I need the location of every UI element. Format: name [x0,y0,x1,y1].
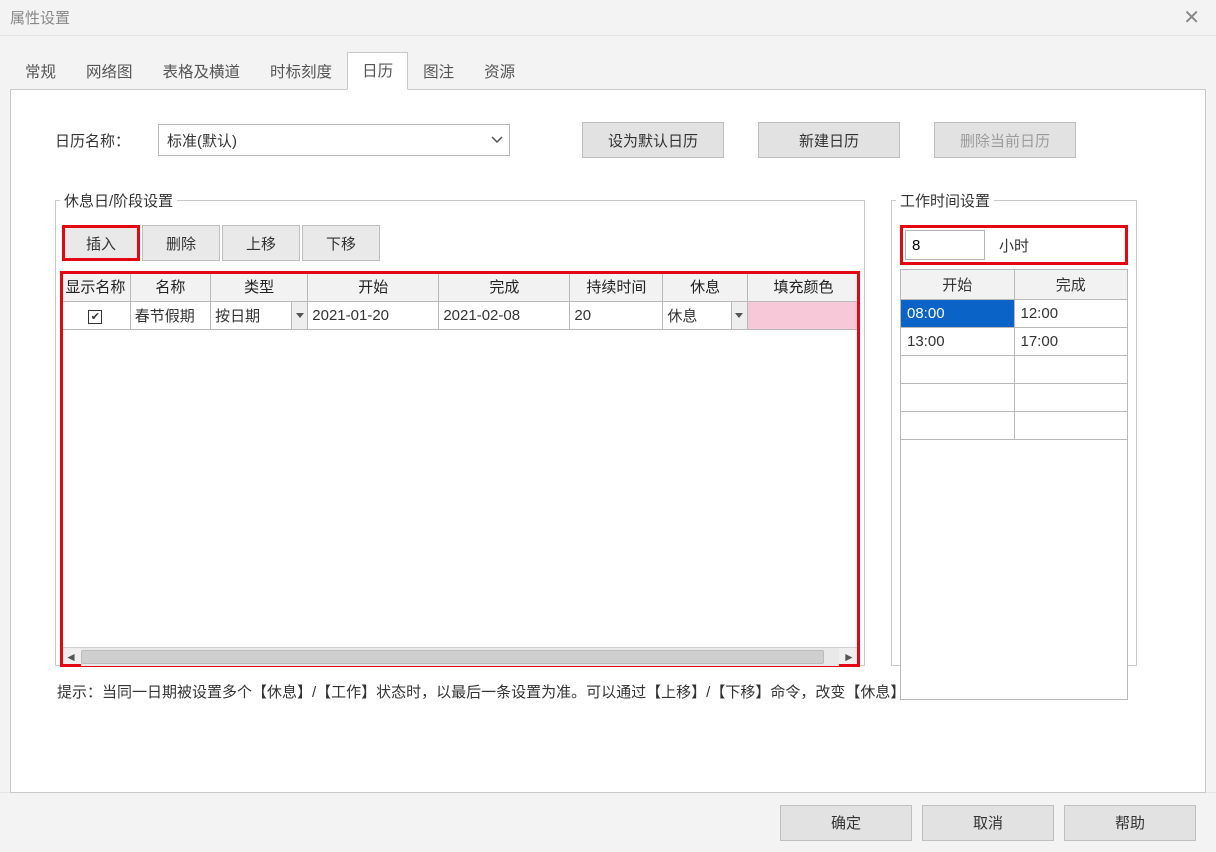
chevron-down-icon[interactable] [731,302,747,329]
table-row[interactable] [901,384,1128,412]
col-duration[interactable]: 持续时间 [570,272,663,302]
rest-period-legend: 休息日/阶段设置 [60,190,177,211]
cell-fill-color[interactable] [747,302,859,330]
tab-table-gantt[interactable]: 表格及横道 [148,53,256,90]
scroll-left-icon[interactable]: ◄ [61,648,81,666]
col-start[interactable]: 开始 [901,270,1015,300]
calendar-top-row: 日历名称： 标准(默认) 设为默认日历 新建日历 删除当前日历 [55,122,1161,158]
table-row[interactable]: ✔ 春节假期 按日期 2021-01-20 20 [61,302,860,330]
tab-calendar[interactable]: 日历 [347,52,408,90]
cell-name[interactable]: 春节假期 [130,302,210,330]
set-default-button[interactable]: 设为默认日历 [582,122,724,158]
chevron-down-icon [491,136,503,144]
cell-finish[interactable]: 17:00 [1014,328,1128,356]
titlebar: 属性设置 ✕ [0,0,1216,36]
tabs: 常规 网络图 表格及横道 时标刻度 日历 图注 资源 [10,52,1206,90]
tab-general[interactable]: 常规 [10,53,71,90]
col-start[interactable]: 开始 [308,272,439,302]
cell-duration[interactable]: 20 [570,302,663,330]
col-finish[interactable]: 完成 [439,272,570,302]
scroll-right-icon[interactable]: ► [839,648,859,666]
cell-start[interactable]: 08:00 [901,300,1015,328]
tab-network[interactable]: 网络图 [71,53,148,90]
work-time-table-wrap: 开始 完成 08:00 12:00 13:00 17:00 [896,269,1132,700]
tab-legend[interactable]: 图注 [408,53,469,90]
help-button[interactable]: 帮助 [1064,805,1196,841]
delete-calendar-button: 删除当前日历 [934,122,1076,158]
cell-rest[interactable]: 休息 [663,302,748,330]
window-title: 属性设置 [10,7,70,28]
calendar-top-buttons: 设为默认日历 新建日历 删除当前日历 [582,122,1076,158]
cell-type[interactable]: 按日期 [211,302,308,330]
col-rest[interactable]: 休息 [663,272,748,302]
hours-highlight-box: 小时 [900,225,1128,265]
tab-resource[interactable]: 资源 [469,53,530,90]
horizontal-scrollbar[interactable]: ◄ ► [60,647,860,667]
cell-start[interactable]: 13:00 [901,328,1015,356]
tab-panel-calendar: 日历名称： 标准(默认) 设为默认日历 新建日历 删除当前日历 休息日/阶段设置… [10,89,1206,793]
rest-table-wrap: 显示名称 名称 类型 开始 完成 持续时间 休息 填充颜色 [60,271,860,667]
table-row[interactable] [901,412,1128,440]
scroll-track[interactable] [81,648,839,666]
ok-button[interactable]: 确定 [780,805,912,841]
work-time-fieldset: 工作时间设置 小时 开始 完成 [891,190,1137,666]
scroll-thumb[interactable] [81,650,824,664]
delete-row-button[interactable]: 删除 [142,225,220,261]
calendar-name-label: 日历名称： [55,130,130,151]
checkbox-icon[interactable]: ✔ [88,310,102,324]
cell-finish[interactable]: 12:00 [1014,300,1128,328]
cancel-button[interactable]: 取消 [922,805,1054,841]
insert-button[interactable]: 插入 [62,225,140,261]
cell-start[interactable]: 2021-01-20 [308,302,439,330]
table-row[interactable]: 13:00 17:00 [901,328,1128,356]
hours-unit-label: 小时 [999,235,1029,256]
rest-table: 显示名称 名称 类型 开始 完成 持续时间 休息 填充颜色 [60,271,860,330]
table-row[interactable] [901,356,1128,384]
move-down-button[interactable]: 下移 [302,225,380,261]
cell-finish[interactable]: 2021-02-08 [439,302,570,330]
rest-period-fieldset: 休息日/阶段设置 插入 删除 上移 下移 [55,190,865,666]
chevron-down-icon[interactable] [291,302,307,329]
work-time-legend: 工作时间设置 [896,190,994,211]
tab-timescale[interactable]: 时标刻度 [255,53,347,90]
rest-tool-row: 插入 删除 上移 下移 [60,225,860,261]
close-icon[interactable]: ✕ [1177,5,1206,30]
calendar-name-value: 标准(默认) [167,130,237,151]
new-calendar-button[interactable]: 新建日历 [758,122,900,158]
dialog-body: 常规 网络图 表格及横道 时标刻度 日历 图注 资源 日历名称： 标准(默认) … [0,36,1216,792]
col-finish[interactable]: 完成 [1014,270,1128,300]
col-fill-color[interactable]: 填充颜色 [747,272,859,302]
dialog-footer: 确定 取消 帮助 [0,792,1216,852]
calendar-name-select[interactable]: 标准(默认) [158,124,510,156]
fieldsets-row: 休息日/阶段设置 插入 删除 上移 下移 [55,190,1161,666]
hours-input[interactable] [905,230,985,260]
col-show-name[interactable]: 显示名称 [61,272,131,302]
col-type[interactable]: 类型 [211,272,308,302]
table-row[interactable]: 08:00 12:00 [901,300,1128,328]
work-time-table: 开始 完成 08:00 12:00 13:00 17:00 [900,269,1128,440]
col-name[interactable]: 名称 [130,272,210,302]
work-table-empty-area [900,440,1128,700]
cell-show-name[interactable]: ✔ [61,302,131,330]
rest-table-empty-area [60,330,860,645]
move-up-button[interactable]: 上移 [222,225,300,261]
